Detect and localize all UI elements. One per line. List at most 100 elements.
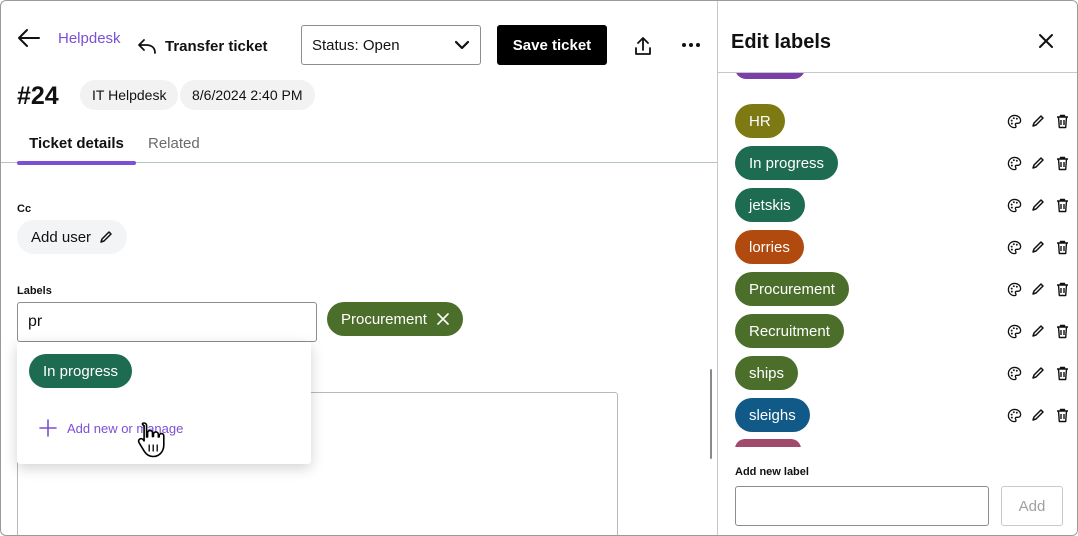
labels-label: Labels [17, 285, 52, 297]
change-color-button[interactable] [1006, 280, 1022, 298]
undo-arrow-icon [138, 39, 156, 54]
pencil-icon [1032, 157, 1044, 169]
label-chip[interactable]: ships [735, 356, 799, 390]
trash-icon [1056, 324, 1068, 338]
status-value: Status: Open [312, 36, 400, 54]
palette-icon [1007, 114, 1021, 128]
delete-label-button[interactable] [1054, 154, 1070, 172]
edit-label-button[interactable] [1030, 364, 1046, 382]
plus-icon [39, 419, 57, 437]
transfer-ticket-label: Transfer ticket [165, 37, 268, 55]
palette-icon [1007, 240, 1021, 254]
panel-title: Edit labels [731, 31, 832, 53]
label-row-actions [1006, 238, 1070, 256]
change-color-button[interactable] [1006, 364, 1022, 382]
edit-label-button[interactable] [1030, 238, 1046, 256]
group-badge: IT Helpdesk [80, 80, 179, 110]
chevron-down-icon [454, 40, 470, 50]
label-row: lorries [718, 230, 1077, 264]
share-button[interactable] [631, 33, 655, 59]
trash-icon [1056, 156, 1068, 170]
delete-label-button[interactable] [1054, 322, 1070, 340]
trash-icon [1056, 282, 1068, 296]
ticket-tabs: Ticket details Related [1, 127, 717, 165]
transfer-ticket-button[interactable]: Transfer ticket [137, 33, 268, 59]
label-row-actions [1006, 322, 1070, 340]
label-row-actions [1006, 364, 1070, 382]
close-panel-button[interactable] [1034, 29, 1058, 53]
arrow-left-icon [18, 29, 40, 47]
pencil-icon [1032, 241, 1044, 253]
change-color-button[interactable] [1006, 154, 1022, 172]
suggestion-item[interactable]: In progress [29, 354, 133, 388]
remove-label-button[interactable] [437, 313, 449, 325]
palette-icon [1007, 198, 1021, 212]
app-window: Helpdesk Transfer ticket Status: Open Sa… [0, 0, 1078, 536]
edit-label-button[interactable] [1030, 322, 1046, 340]
palette-icon [1007, 156, 1021, 170]
label-chip[interactable]: lorries [735, 230, 804, 264]
label-chip[interactable]: HR [735, 104, 785, 138]
edit-labels-panel: Edit labels HR In progress jetskis lorries P… [717, 1, 1077, 535]
labels-input[interactable] [17, 302, 317, 342]
tab-related[interactable]: Related [148, 135, 200, 152]
pencil-icon [1032, 115, 1044, 127]
edit-label-button[interactable] [1030, 154, 1046, 172]
label-row: Recruitment [718, 314, 1077, 348]
label-chip[interactable]: Recruitment [735, 314, 844, 348]
ticket-number: #24 [17, 82, 59, 110]
label-row: HR [718, 104, 1077, 138]
change-color-button[interactable] [1006, 196, 1022, 214]
edit-label-button[interactable] [1030, 280, 1046, 298]
new-label-input[interactable] [735, 486, 989, 526]
created-date-badge: 8/6/2024 2:40 PM [180, 80, 315, 110]
label-list[interactable]: HR In progress jetskis lorries Procurement Re… [718, 73, 1077, 447]
label-chip[interactable]: Procurement [735, 272, 849, 306]
breadcrumb-helpdesk[interactable]: Helpdesk [58, 30, 121, 47]
label-chip-partial[interactable] [735, 439, 801, 447]
label-chip-partial[interactable] [735, 73, 805, 79]
trash-icon [1056, 240, 1068, 254]
change-color-button[interactable] [1006, 112, 1022, 130]
close-icon [1039, 34, 1053, 48]
pencil-icon [1032, 199, 1044, 211]
status-select[interactable]: Status: Open [301, 25, 481, 65]
label-chip[interactable]: sleighs [735, 398, 810, 432]
close-icon [437, 313, 449, 325]
delete-label-button[interactable] [1054, 112, 1070, 130]
label-chip[interactable]: jetskis [735, 188, 805, 222]
edit-label-button[interactable] [1030, 196, 1046, 214]
pencil-icon [1032, 283, 1044, 295]
add-user-button[interactable]: Add user [17, 220, 128, 254]
back-button[interactable] [15, 25, 43, 51]
change-color-button[interactable] [1006, 238, 1022, 256]
delete-label-button[interactable] [1054, 406, 1070, 424]
selected-label-name: Procurement [341, 310, 427, 328]
label-row: jetskis [718, 188, 1077, 222]
trash-icon [1056, 366, 1068, 380]
delete-label-button[interactable] [1054, 238, 1070, 256]
hand-cursor-icon [137, 422, 165, 458]
label-chip[interactable]: In progress [735, 146, 839, 180]
palette-icon [1007, 282, 1021, 296]
pencil-icon [1032, 409, 1044, 421]
label-row-actions [1006, 280, 1070, 298]
add-label-button[interactable]: Add [1001, 486, 1063, 526]
label-row: ships [718, 356, 1077, 390]
save-ticket-button[interactable]: Save ticket [497, 25, 607, 65]
trash-icon [1056, 198, 1068, 212]
pencil-icon [100, 231, 112, 243]
change-color-button[interactable] [1006, 322, 1022, 340]
more-options-button[interactable] [679, 37, 703, 53]
delete-label-button[interactable] [1054, 280, 1070, 298]
delete-label-button[interactable] [1054, 364, 1070, 382]
change-color-button[interactable] [1006, 406, 1022, 424]
palette-icon [1007, 366, 1021, 380]
tab-ticket-details[interactable]: Ticket details [17, 135, 136, 165]
scrollbar-thumb[interactable] [710, 369, 712, 459]
edit-label-button[interactable] [1030, 406, 1046, 424]
edit-label-button[interactable] [1030, 112, 1046, 130]
delete-label-button[interactable] [1054, 196, 1070, 214]
palette-icon [1007, 324, 1021, 338]
label-row-actions [1006, 406, 1070, 424]
